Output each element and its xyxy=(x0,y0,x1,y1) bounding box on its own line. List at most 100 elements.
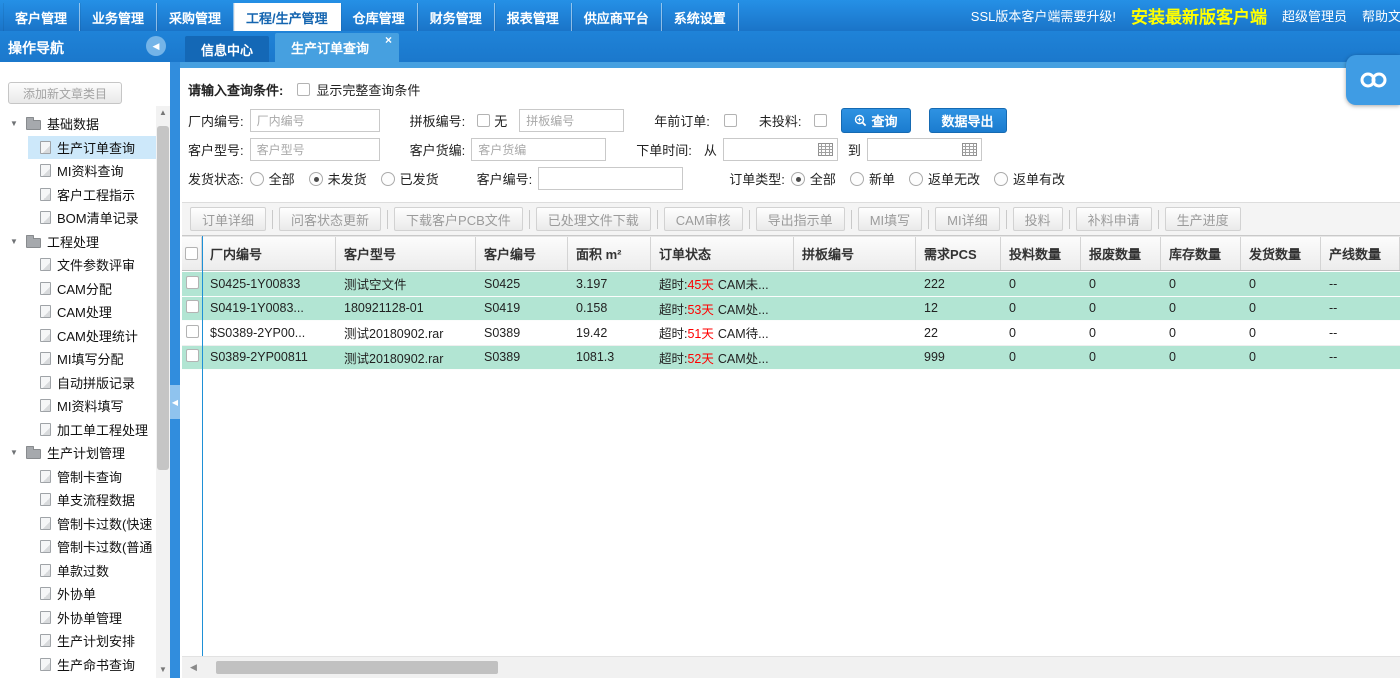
toolbar-button[interactable]: 下载客户PCB文件 xyxy=(394,207,523,231)
not-fed-checkbox[interactable] xyxy=(814,114,827,127)
grid-header-cell[interactable]: 拼板编号 xyxy=(794,237,916,270)
workspace-tab[interactable]: 生产订单查询 × xyxy=(275,33,399,62)
grid-header-cell[interactable]: 厂内编号 xyxy=(202,237,336,270)
tree-item[interactable]: ▼ CAM处理统计 xyxy=(0,324,156,348)
tree-item[interactable]: ▼ 自动拼版记录 xyxy=(0,371,156,395)
tree-item[interactable]: ▼ 生产计划管理 xyxy=(0,441,156,465)
customer-no-input[interactable] xyxy=(538,167,683,190)
grid-header-cell[interactable]: 产线数量 xyxy=(1321,237,1400,270)
tree-item[interactable]: ▼ 生产命书查询 xyxy=(0,653,156,677)
top-nav-tab[interactable]: 业务管理 xyxy=(80,3,157,31)
add-category-button[interactable]: 添加新文章类目 xyxy=(8,82,122,104)
customer-model-input[interactable] xyxy=(250,138,380,161)
scroll-down-arrow-icon[interactable]: ▼ xyxy=(156,665,170,674)
ship-status-radio[interactable]: 全部 xyxy=(250,169,295,188)
grid-header-cell[interactable]: 投料数量 xyxy=(1001,237,1081,270)
tree-item[interactable]: ▼ MI填写分配 xyxy=(0,347,156,371)
splitter-collapse-handle[interactable]: ◀ xyxy=(170,385,180,419)
scroll-left-arrow-icon[interactable]: ◀ xyxy=(190,662,197,673)
expand-arrow-icon[interactable]: ▼ xyxy=(10,448,26,457)
tree-item[interactable]: ▼ CAM分配 xyxy=(0,277,156,301)
order-type-radio[interactable]: 全部 xyxy=(791,169,836,188)
tree-item[interactable]: ▼ 生产计划安排 xyxy=(0,629,156,653)
grid-header-cell[interactable]: 客户型号 xyxy=(336,237,476,270)
current-user-link[interactable]: 超级管理员 xyxy=(1282,6,1347,25)
top-nav-tab[interactable]: 工程/生产管理 xyxy=(234,3,341,31)
row-checkbox[interactable] xyxy=(186,325,199,338)
order-type-radio[interactable]: 返单有改 xyxy=(994,169,1065,188)
panel-no-input[interactable] xyxy=(519,109,624,132)
horizontal-scrollbar[interactable]: ◀ xyxy=(182,656,1400,678)
tree-item[interactable]: ▼ 单款过数 xyxy=(0,559,156,583)
tree-item[interactable]: ▼ 单支流程数据 xyxy=(0,488,156,512)
toolbar-button[interactable]: 投料 xyxy=(1013,207,1063,231)
tree-item[interactable]: ▼ 工程处理 xyxy=(0,230,156,254)
grid-header-cell[interactable]: 发货数量 xyxy=(1241,237,1321,270)
calendar-icon[interactable] xyxy=(962,143,977,156)
grid-header-cell[interactable]: 面积 m² xyxy=(568,237,651,270)
grid-header-cell[interactable]: 需求PCS xyxy=(916,237,1001,270)
horizontal-scrollbar-thumb[interactable] xyxy=(216,661,498,674)
pre-year-order-checkbox[interactable] xyxy=(724,114,737,127)
top-nav-tab[interactable]: 供应商平台 xyxy=(572,3,662,31)
toolbar-button[interactable]: 补料申请 xyxy=(1076,207,1152,231)
tree-item[interactable]: ▼ 加工单工程处理 xyxy=(0,418,156,442)
scroll-up-arrow-icon[interactable]: ▲ xyxy=(156,108,170,117)
top-nav-tab[interactable]: 客户管理 xyxy=(3,3,80,31)
toolbar-button[interactable]: 订单详细 xyxy=(190,207,266,231)
expand-arrow-icon[interactable]: ▼ xyxy=(10,237,26,246)
tree-item[interactable]: ▼ 外协单 xyxy=(0,582,156,606)
tree-item[interactable]: ▼ 管制卡查询 xyxy=(0,465,156,489)
sidebar-scrollbar-thumb[interactable] xyxy=(157,126,169,470)
ship-status-radio[interactable]: 未发货 xyxy=(309,169,367,188)
top-nav-tab[interactable]: 财务管理 xyxy=(418,3,495,31)
close-icon[interactable]: × xyxy=(385,33,392,47)
toolbar-button[interactable]: 导出指示单 xyxy=(756,207,845,231)
tree-item[interactable]: ▼ CAM处理 xyxy=(0,300,156,324)
help-doc-link[interactable]: 帮助文档 xyxy=(1362,6,1400,25)
table-row[interactable]: $S0389-2YP00... 测试20180902.rar S0389 19.… xyxy=(182,321,1400,346)
table-row[interactable]: S0419-1Y0083... 180921128-01 S0419 0.158… xyxy=(182,297,1400,322)
quick-link-button[interactable] xyxy=(1346,55,1400,105)
grid-header-cell[interactable]: 客户编号 xyxy=(476,237,568,270)
tree-item[interactable]: ▼ 管制卡过数(普通 xyxy=(0,535,156,559)
ship-status-radio[interactable]: 已发货 xyxy=(381,169,439,188)
customer-code-input[interactable] xyxy=(471,138,606,161)
grid-header-cell[interactable]: 库存数量 xyxy=(1161,237,1241,270)
toolbar-button[interactable]: 问客状态更新 xyxy=(279,207,381,231)
tree-item[interactable]: ▼ MI资料查询 xyxy=(0,159,156,183)
tree-item[interactable]: ▼ 客户工程指示 xyxy=(0,183,156,207)
search-button[interactable]: 查询 xyxy=(841,108,911,133)
panel-splitter[interactable]: ◀ xyxy=(170,62,180,678)
row-checkbox[interactable] xyxy=(186,276,199,289)
export-data-button[interactable]: 数据导出 xyxy=(929,108,1007,133)
tree-item[interactable]: ▼ 文件参数评审 xyxy=(0,253,156,277)
top-nav-tab[interactable]: 仓库管理 xyxy=(341,3,418,31)
toolbar-button[interactable]: 生产进度 xyxy=(1165,207,1241,231)
top-nav-tab[interactable]: 采购管理 xyxy=(157,3,234,31)
toolbar-button[interactable]: 已处理文件下载 xyxy=(536,207,651,231)
factory-no-input[interactable] xyxy=(250,109,380,132)
install-client-link[interactable]: 安装最新版客户端 xyxy=(1131,3,1267,28)
grid-header-cell[interactable]: 订单状态 xyxy=(651,237,794,270)
tree-item[interactable]: ▼ 基础数据 xyxy=(0,112,156,136)
calendar-icon[interactable] xyxy=(818,143,833,156)
top-nav-tab[interactable]: 系统设置 xyxy=(662,3,739,31)
order-type-radio[interactable]: 新单 xyxy=(850,169,895,188)
sidebar-collapse-button[interactable]: ◀ xyxy=(146,36,166,56)
full-conditions-checkbox[interactable] xyxy=(297,83,310,96)
tree-item[interactable]: ▼ 生产订单查询 xyxy=(0,136,156,160)
toolbar-button[interactable]: MI填写 xyxy=(858,207,922,231)
sidebar-scrollbar[interactable]: ▲ ▼ xyxy=(156,106,170,678)
tree-item[interactable]: ▼ MI资料填写 xyxy=(0,394,156,418)
toolbar-button[interactable]: MI详细 xyxy=(935,207,999,231)
tree-item[interactable]: ▼ 外协单管理 xyxy=(0,606,156,630)
top-nav-tab[interactable]: 报表管理 xyxy=(495,3,572,31)
table-row[interactable]: S0425-1Y00833 测试空文件 S0425 3.197 超时:45天CA… xyxy=(182,272,1400,297)
row-checkbox[interactable] xyxy=(186,349,199,362)
workspace-tab[interactable]: 信息中心 × xyxy=(185,36,269,62)
row-checkbox[interactable] xyxy=(186,300,199,313)
table-row[interactable]: S0389-2YP00811 测试20180902.rar S0389 1081… xyxy=(182,346,1400,371)
order-type-radio[interactable]: 返单无改 xyxy=(909,169,980,188)
tree-item[interactable]: ▼ BOM清单记录 xyxy=(0,206,156,230)
